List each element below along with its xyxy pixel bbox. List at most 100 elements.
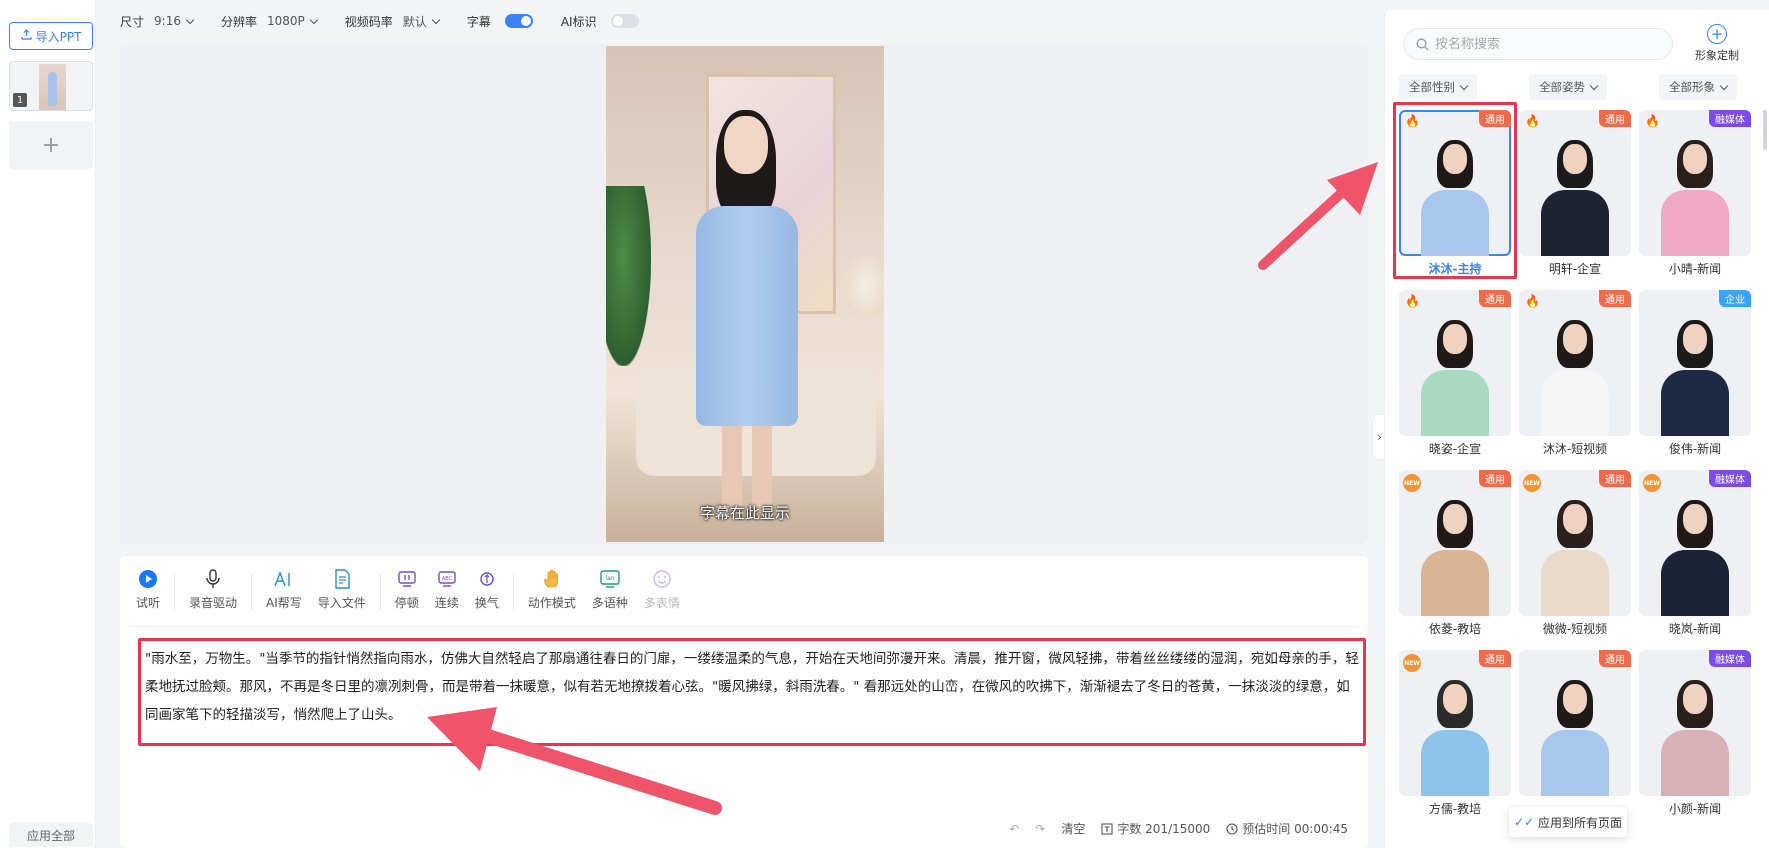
plant [606, 186, 651, 366]
avatar-card[interactable]: 通用 NEW 方儒-教培 [1399, 650, 1511, 816]
avatar-image: 通用 NEW [1519, 470, 1631, 616]
clock-icon [1226, 822, 1238, 835]
undo-icon[interactable]: ↶ [1009, 822, 1019, 836]
slide-thumbnail[interactable]: 1 [9, 61, 93, 111]
avatar-type-filter[interactable]: 全部形象 [1659, 74, 1737, 100]
search-input[interactable] [1435, 36, 1655, 52]
editor-footer: ↶ ↷ 清空 字数 201/15000 预估时间 00:00:45 [1009, 820, 1348, 837]
clear-button[interactable]: 清空 [1061, 820, 1085, 837]
avatar-image: 融媒体 [1639, 650, 1751, 796]
custom-avatar-button[interactable]: + 形象定制 [1689, 24, 1745, 63]
avatar-image: 通用 NEW [1399, 470, 1511, 616]
avatar-card[interactable]: 通用 NEW 微微-短视频 [1519, 470, 1631, 636]
estimated-time-text: 预估时间 00:00:45 [1242, 822, 1348, 836]
avatar-image: 通用 [1519, 650, 1631, 796]
avatar-tag: 通用 [1599, 290, 1631, 307]
avatar-name: 晓姿-企宣 [1428, 442, 1482, 456]
avatar-card[interactable]: 通用 🔥 沐沐-主持 [1393, 102, 1517, 279]
tool-label: 停顿 [394, 596, 419, 610]
scrollbar[interactable] [1763, 110, 1767, 150]
avatar-card[interactable]: 通用 🔥 晓姿-企宣 [1399, 290, 1511, 456]
lamp [846, 256, 884, 316]
tool-multi-expression[interactable]: 多表情 [636, 568, 688, 611]
add-slide-button[interactable]: + [9, 121, 93, 169]
avatar-name: 俊伟-新闻 [1668, 442, 1722, 456]
digital-human-avatar [688, 110, 806, 516]
apply-to-all-pages-button[interactable]: ✓✓ 应用到所有页面 [1509, 807, 1627, 837]
chevron-down-icon [1459, 81, 1469, 90]
redo-icon[interactable]: ↷ [1035, 822, 1045, 836]
estimated-time: 预估时间 00:00:45 [1226, 820, 1348, 837]
avatar-name: 依菱-教培 [1428, 622, 1482, 636]
script-text: "雨水至，万物生。"当季节的指针悄然指向雨水，仿佛大自然轻启了那扇通往春日的门扉… [145, 651, 1359, 723]
chevron-down-icon [431, 15, 441, 24]
avatar-image: 通用 🔥 [1519, 110, 1631, 256]
avatar-image: 通用 🔥 [1399, 290, 1511, 436]
script-text-area[interactable]: "雨水至，万物生。"当季节的指针悄然指向雨水，仿佛大自然轻启了那扇通往春日的门扉… [138, 638, 1366, 746]
breath-icon [476, 568, 498, 590]
avatar-name: 方儒-教培 [1428, 802, 1482, 816]
chevron-down-icon [185, 15, 195, 24]
subtitle-toggle[interactable] [504, 14, 533, 28]
resolution-select[interactable]: 分辨率 1080P [221, 13, 319, 30]
tool-pause[interactable]: 停顿 [387, 568, 427, 611]
bitrate-select[interactable]: 视频码率 默认 [345, 13, 441, 30]
gender-filter[interactable]: 全部性别 [1399, 74, 1477, 100]
filter-label: 全部姿势 [1539, 80, 1585, 94]
chevron-down-icon [1589, 81, 1599, 90]
avatar-tag: 通用 [1599, 650, 1631, 667]
avatar-image: 企业 [1639, 290, 1751, 436]
avatar-card[interactable]: 企业俊伟-新闻 [1639, 290, 1751, 456]
emoji-icon [651, 568, 673, 590]
word-count: 字数 201/15000 [1101, 820, 1210, 837]
pose-filter[interactable]: 全部姿势 [1529, 74, 1607, 100]
count-icon [1101, 822, 1113, 835]
avatar-name: 微微-短视频 [1542, 622, 1608, 636]
tool-import-file[interactable]: 导入文件 [310, 568, 374, 611]
avatar-image: 融媒体 🔥 [1639, 110, 1751, 256]
tool-preview-listen[interactable]: 试听 [128, 568, 168, 611]
import-ppt-button[interactable]: 导入PPT [9, 22, 93, 50]
import-ppt-label: 导入PPT [35, 29, 82, 44]
avatar-card[interactable]: 通用 NEW 依菱-教培 [1399, 470, 1511, 636]
avatar-name: 明轩-企宣 [1548, 262, 1602, 276]
fire-icon: 🔥 [1525, 294, 1540, 308]
subtitle-label: 字幕 [466, 14, 491, 29]
tool-gesture-mode[interactable]: 动作模式 [520, 568, 584, 611]
new-badge-icon: NEW [1643, 474, 1661, 492]
tool-continuous[interactable]: ABC 连续 [427, 568, 467, 611]
avatar-image: 通用 🔥 [1519, 290, 1631, 436]
avatar-tag: 融媒体 [1709, 110, 1751, 127]
subtitle-setting: 字幕 [467, 13, 533, 30]
avatar-tag: 通用 [1479, 290, 1511, 307]
chevron-down-icon [1719, 81, 1729, 90]
tool-label: 多语种 [591, 596, 628, 610]
size-select[interactable]: 尺寸 9:16 [120, 13, 195, 30]
avatar-name: 小颜-新闻 [1668, 802, 1722, 816]
apply-all-button[interactable]: 应用全部 [9, 823, 93, 847]
chevron-right-icon: › [1377, 430, 1382, 444]
avatar-card[interactable]: 融媒体小颜-新闻 [1639, 650, 1751, 816]
subtitle-preview: 字幕在此显示 [699, 504, 790, 522]
ai-mark-toggle[interactable] [610, 14, 639, 28]
avatar-card[interactable]: 通用 [1519, 650, 1631, 798]
avatar-card[interactable]: 融媒体 🔥 小晴-新闻 [1639, 110, 1751, 276]
avatar-card[interactable]: 通用 🔥 沐沐-短视频 [1519, 290, 1631, 456]
resolution-value: 1080P [266, 14, 305, 28]
tool-ai-write[interactable]: AI帮写 [258, 568, 310, 611]
tool-multi-language[interactable]: lan 多语种 [584, 568, 636, 611]
play-icon [137, 568, 159, 590]
slide-number: 1 [13, 93, 27, 107]
avatar-card[interactable]: 融媒体 NEW 晓岚-新闻 [1639, 470, 1751, 636]
avatar-card[interactable]: 通用 🔥 明轩-企宣 [1519, 110, 1631, 276]
avatar-tag: 通用 [1479, 650, 1511, 667]
ai-mark-label: AI标识 [560, 14, 597, 29]
avatar-image: 融媒体 NEW [1639, 470, 1751, 616]
fire-icon: 🔥 [1645, 114, 1660, 128]
tool-breath[interactable]: 换气 [467, 568, 507, 611]
video-preview[interactable]: 字幕在此显示 [606, 46, 884, 542]
tool-record-drive[interactable]: 录音驱动 [181, 568, 245, 611]
avatar-search[interactable] [1403, 28, 1673, 60]
avatar-tag: 通用 [1599, 110, 1631, 127]
avatar-name: 沐沐-短视频 [1542, 442, 1608, 456]
